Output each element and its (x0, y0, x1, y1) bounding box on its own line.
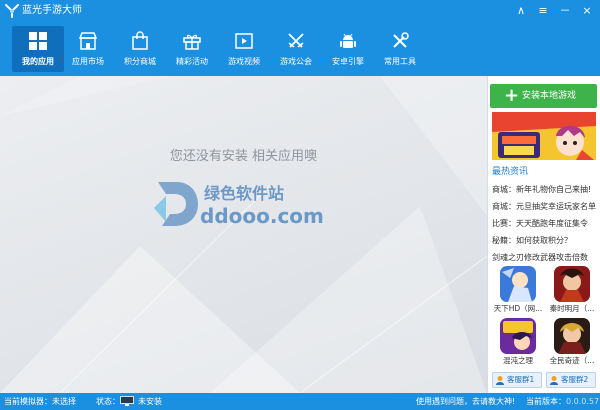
nav-item-game-guild[interactable]: 游戏公会 (270, 26, 322, 72)
nav-label: 游戏视频 (228, 57, 260, 66)
nav-item-android-engine[interactable]: 安卓引擎 (322, 26, 374, 72)
store-icon (78, 32, 98, 50)
grid-icon (29, 32, 47, 50)
plus-icon: + (504, 85, 520, 106)
right-sidebar: + 安装本地游戏 最热资讯 商城：新年礼物你自己来抽! 商城：元旦抽奖幸运玩家名… (487, 76, 600, 393)
nav-label: 我的应用 (22, 57, 54, 66)
news-item[interactable]: 秘籍：如何获取积分？ (492, 232, 598, 249)
status-bar: 当前模拟器： 未选择 状态： 未安装 使用遇到问题，去请教大神! 当前版本： 0… (0, 393, 600, 410)
video-icon (235, 33, 253, 49)
nav-item-points-mall[interactable]: 积分商城 (114, 26, 166, 72)
game-label: 全民奇迹（... (549, 356, 595, 365)
nav-label: 积分商城 (124, 57, 156, 66)
watermark-title: 绿色软件站 (204, 184, 285, 203)
news-item[interactable]: 剑魂之刃修改武器攻击倍数 (492, 249, 598, 266)
game-icon-qinshi (554, 266, 590, 302)
game-label: 混沌之理 (503, 356, 533, 365)
news-item[interactable]: 商城：元旦抽奖幸运玩家名单 (492, 198, 598, 215)
version-value: 0.0.0.57 (566, 397, 600, 406)
title-bar: 蓝光手游大师 ∧ ≡ － × (0, 0, 600, 24)
hot-news-title: 最热资讯 (492, 167, 529, 177)
chat-group-icon (496, 376, 504, 385)
menu-icon[interactable]: ≡ (533, 2, 553, 20)
nav-label: 安卓引擎 (332, 57, 364, 66)
close-button[interactable]: × (577, 2, 597, 20)
game-icon-quanmin (554, 318, 590, 354)
help-link[interactable]: 使用遇到问题，去请教大神! (416, 393, 515, 410)
crossed-swords-icon (288, 33, 304, 48)
group-button-label: 客服群1 (507, 375, 535, 384)
android-icon (340, 33, 356, 48)
news-item[interactable]: 商城：新年礼物你自己来抽! (492, 181, 598, 198)
main-content-area: 您还没有安装 相关应用噢 绿色软件站 ddooo.com (0, 76, 487, 393)
nav-item-events[interactable]: 精彩活动 (166, 26, 218, 72)
nav-label: 应用市场 (72, 57, 104, 66)
emulator-value[interactable]: 未选择 (52, 393, 76, 410)
app-logo-icon (5, 4, 19, 18)
install-button-label: 安装本地游戏 (522, 91, 577, 101)
state-value: 未安装 (138, 397, 162, 406)
news-list: 商城：新年礼物你自己来抽! 商城：元旦抽奖幸运玩家名单 比赛：天天酷跑年度征集令… (492, 181, 598, 266)
skin-icon[interactable]: ∧ (511, 2, 531, 20)
gift-icon (183, 34, 201, 50)
app-title: 蓝光手游大师 (22, 5, 82, 16)
monitor-icon (120, 396, 134, 406)
nav-item-app-market[interactable]: 应用市场 (62, 26, 114, 72)
news-item[interactable]: 比赛：天天酷跑年度征集令 (492, 215, 598, 232)
version-label: 当前版本： (526, 397, 566, 406)
top-bar: 蓝光手游大师 ∧ ≡ － × 我的应用 应用市场 积分商城 精彩活动 游戏视频 … (0, 0, 600, 76)
nav-label: 精彩活动 (176, 57, 208, 66)
game-label: 天下HD（网... (493, 304, 543, 313)
tools-icon (393, 32, 409, 48)
game-label: 秦时明月（... (549, 304, 595, 313)
nav-item-my-apps[interactable]: 我的应用 (12, 26, 64, 72)
nav-label: 游戏公会 (280, 57, 312, 66)
watermark: 绿色软件站 ddooo.com (142, 172, 342, 236)
promo-banner-art (492, 112, 596, 160)
group-button-label: 客服群2 (561, 375, 589, 384)
minimize-button[interactable]: － (555, 2, 575, 20)
support-group-2-button[interactable]: 客服群2 (546, 372, 596, 388)
nav-item-common-tools[interactable]: 常用工具 (374, 26, 426, 72)
watermark-url: ddooo.com (200, 204, 324, 228)
game-icon-tianxia (500, 266, 536, 302)
game-icon-hundun (500, 318, 536, 354)
nav-label: 常用工具 (384, 57, 416, 66)
support-group-1-button[interactable]: 客服群1 (492, 372, 542, 388)
empty-state-message: 您还没有安装 相关应用噢 (169, 149, 318, 164)
install-local-game-button[interactable]: + 安装本地游戏 (490, 84, 597, 108)
watermark-logo-icon (154, 182, 198, 226)
promo-banner[interactable] (492, 112, 596, 160)
chat-group-icon (550, 376, 558, 385)
emulator-label: 当前模拟器： (4, 397, 52, 406)
shopping-bag-icon (132, 31, 148, 50)
nav-item-game-videos[interactable]: 游戏视频 (218, 26, 270, 72)
state-label: 状态： (96, 397, 120, 406)
